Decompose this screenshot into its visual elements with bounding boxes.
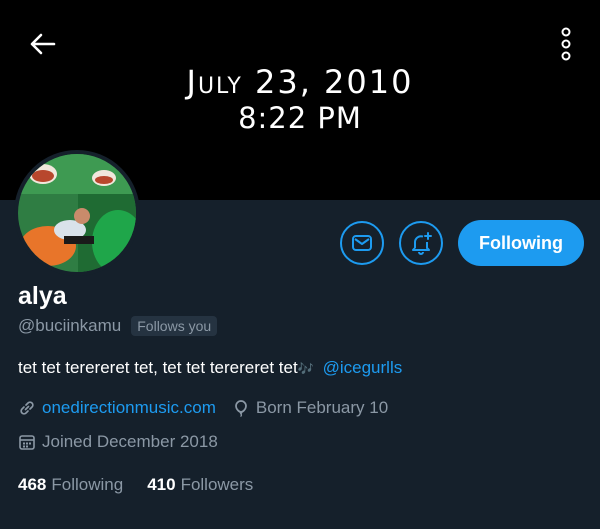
mail-icon [352, 235, 372, 251]
bell-plus-icon [412, 232, 432, 255]
back-button[interactable] [24, 28, 60, 60]
joined-item: Joined December 2018 [18, 432, 218, 452]
website-link[interactable]: onedirectionmusic.com [42, 398, 216, 418]
display-name: alya [18, 282, 67, 310]
birthday-item: Born February 10 [232, 398, 388, 418]
bio: tet tet terereret tet, tet tet terereret… [18, 358, 402, 378]
follows-you-badge: Follows you [131, 316, 218, 336]
avatar[interactable] [14, 150, 140, 276]
following-stat[interactable]: 468 Following [18, 475, 123, 495]
banner-date: July 23, 2010 [186, 63, 414, 101]
joined-row: Joined December 2018 [18, 432, 218, 452]
music-notes-emoji: 🎶 [297, 361, 314, 376]
notifications-button[interactable] [399, 221, 443, 265]
link-icon [20, 401, 34, 415]
profile-meta-row: onedirectionmusic.com Born February 10 [18, 398, 388, 418]
handle-row: @buciinkamu Follows you [18, 316, 218, 336]
banner-time: 8:22 PM [238, 101, 362, 135]
more-options-button[interactable] [554, 26, 578, 62]
bio-mention-link[interactable]: @icegurlls [323, 358, 403, 377]
followers-label: Followers [180, 475, 254, 494]
following-button[interactable]: Following [458, 220, 584, 266]
website-item[interactable]: onedirectionmusic.com [18, 398, 216, 418]
more-vertical-icon [561, 27, 571, 61]
following-count: 468 [18, 475, 47, 494]
user-handle: @buciinkamu [18, 316, 122, 335]
followers-count: 410 [147, 475, 176, 494]
message-button[interactable] [340, 221, 384, 265]
follow-stats: 468 Following 410 Followers [18, 475, 253, 495]
back-arrow-icon [30, 33, 56, 55]
birthday-text: Born February 10 [255, 398, 389, 417]
followers-stat[interactable]: 410 Followers [147, 475, 253, 495]
calendar-icon [19, 435, 35, 450]
balloon-icon [235, 400, 247, 417]
bio-text: tet tet terereret tet, tet tet terereret… [18, 358, 298, 377]
banner-caption: July 23, 2010 8:22 PM [0, 64, 600, 136]
following-label: Following [51, 475, 124, 494]
joined-text: Joined December 2018 [42, 432, 218, 451]
avatar-image [18, 154, 136, 272]
